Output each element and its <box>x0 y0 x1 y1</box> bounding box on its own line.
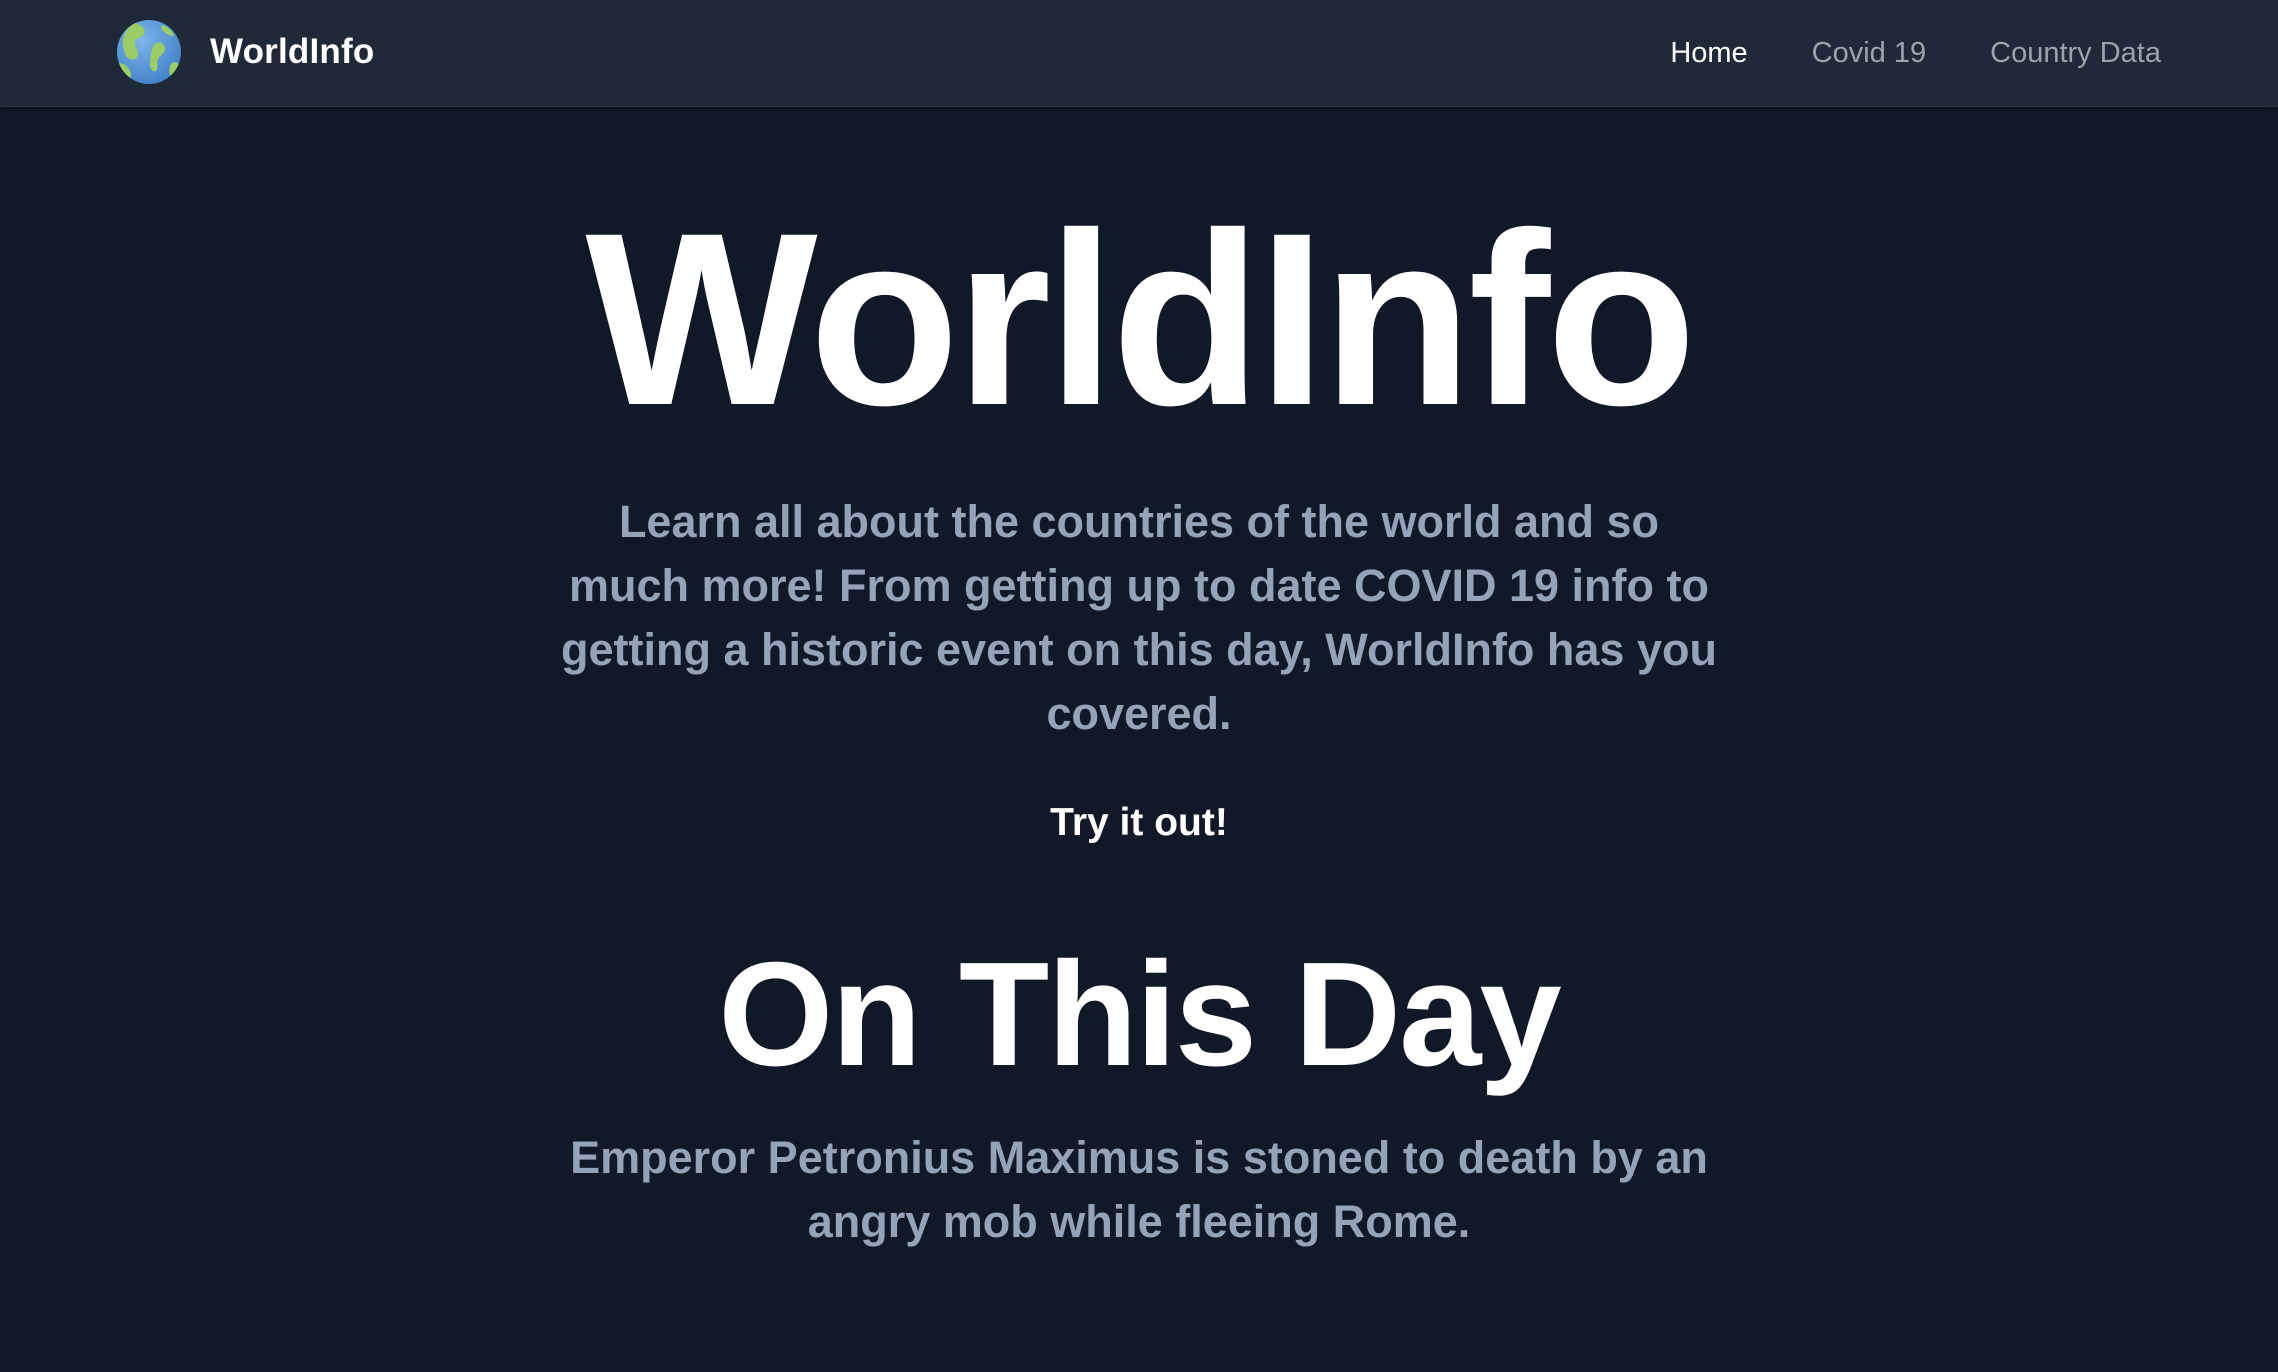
nav-link-country-data[interactable]: Country Data <box>1990 37 2161 70</box>
try-it-out-link[interactable]: Try it out! <box>1050 801 1228 844</box>
navbar: WorldInfo Home Covid 19 Country Data <box>0 0 2278 107</box>
cta-container: Try it out! <box>0 798 2278 848</box>
on-this-day-event: Emperor Petronius Maximus is stoned to d… <box>570 1132 1708 1247</box>
nav-link-covid-19[interactable]: Covid 19 <box>1812 37 1926 70</box>
brand-link[interactable]: WorldInfo <box>116 19 374 85</box>
nav-menu: Home Covid 19 Country Data <box>1606 0 2161 106</box>
globe-icon <box>117 20 181 84</box>
hero-title: WorldInfo <box>585 182 1696 457</box>
hero-description: Learn all about the countries of the wor… <box>561 496 1717 739</box>
nav-link-home[interactable]: Home <box>1670 37 1747 70</box>
on-this-day-title: On This Day <box>718 932 1562 1097</box>
brand-name: WorldInfo <box>210 32 375 71</box>
page: WorldInfo Home Covid 19 Country Data Wor… <box>0 0 2278 1372</box>
